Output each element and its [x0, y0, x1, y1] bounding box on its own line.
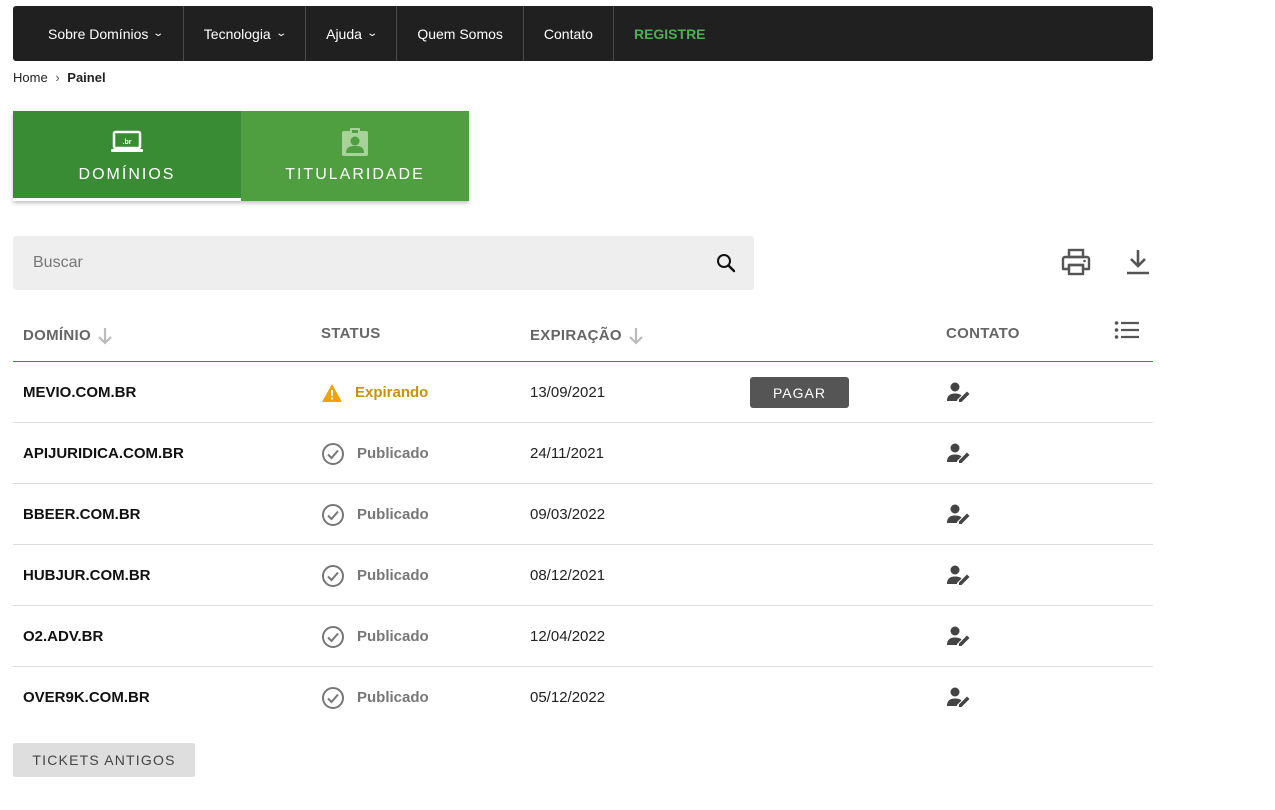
column-header-label: CONTATO — [946, 325, 1020, 342]
nav-item-sobre-dominios[interactable]: Sobre Domínios ⌄ — [13, 6, 184, 61]
status-cell: Publicado — [321, 423, 429, 484]
top-nav: Sobre Domínios ⌄ Tecnologia ⌄ Ajuda ⌄ Qu… — [13, 6, 1153, 61]
column-header-status: STATUS — [321, 308, 381, 359]
search-icon[interactable] — [698, 236, 754, 290]
status-cell: Publicado — [321, 606, 429, 667]
warning-icon — [321, 383, 343, 403]
status-cell: Publicado — [321, 484, 429, 545]
column-header-expiration[interactable]: EXPIRAÇÃO — [530, 310, 644, 361]
search-bar — [13, 236, 754, 290]
column-header-contact: CONTATO — [946, 308, 1020, 359]
expiration-date: 05/12/2022 — [530, 689, 606, 706]
status-label: Publicado — [357, 567, 429, 584]
nav-item-label: Quem Somos — [417, 25, 503, 42]
expiration-date: 12/04/2022 — [530, 628, 606, 645]
edit-contact-icon[interactable] — [946, 606, 972, 667]
column-header-label: DOMÍNIO — [23, 327, 91, 344]
tab-titularidade[interactable]: TITULARIDADE — [241, 111, 469, 201]
status-label: Expirando — [355, 384, 429, 401]
domain-name[interactable]: OVER9K.COM.BR — [23, 667, 150, 728]
svg-text:.br: .br — [123, 139, 132, 146]
edit-contact-icon[interactable] — [946, 484, 972, 545]
table-row: APIJURIDICA.COM.BR Publicado 24/11/2021 — [13, 423, 1153, 484]
status-cell: Expirando — [321, 362, 428, 423]
nav-item-registre[interactable]: REGISTRE — [614, 6, 726, 61]
expiration-date: 13/09/2021 — [530, 384, 606, 401]
check-circle-icon — [321, 625, 345, 649]
expiration-date: 24/11/2021 — [530, 445, 604, 462]
panel-tabs: .br DOMÍNIOS TITULARIDADE — [13, 111, 469, 201]
breadcrumb-current: Painel — [67, 70, 106, 85]
nav-item-label: Tecnologia — [203, 25, 271, 42]
nav-item-ajuda[interactable]: Ajuda ⌄ — [306, 6, 398, 61]
action-cell: PAGAR — [750, 362, 849, 423]
edit-contact-icon[interactable] — [946, 667, 972, 728]
domain-name[interactable]: APIJURIDICA.COM.BR — [23, 423, 184, 484]
check-circle-icon — [321, 503, 345, 527]
download-icon[interactable] — [1122, 246, 1154, 278]
edit-contact-icon[interactable] — [946, 423, 972, 484]
chevron-down-icon: ⌄ — [366, 28, 378, 39]
sort-arrow-down-icon[interactable] — [97, 327, 113, 345]
table-row: BBEER.COM.BR Publicado 09/03/2022 — [13, 484, 1153, 545]
chevron-down-icon: ⌄ — [152, 28, 165, 39]
status-label: Publicado — [357, 689, 429, 706]
table-header: DOMÍNIO STATUS EXPIRAÇÃO CONTATO — [13, 310, 1153, 362]
check-circle-icon — [321, 564, 345, 588]
domain-name[interactable]: O2.ADV.BR — [23, 606, 103, 667]
column-list-icon[interactable] — [1113, 316, 1141, 344]
table-row: OVER9K.COM.BR Publicado 05/12/2022 — [13, 667, 1153, 728]
check-circle-icon — [321, 442, 345, 466]
tab-label: TITULARIDADE — [285, 166, 425, 183]
nav-item-label: REGISTRE — [633, 25, 706, 42]
nav-item-tecnologia[interactable]: Tecnologia ⌄ — [184, 6, 307, 61]
table-row: O2.ADV.BR Publicado 12/04/2022 — [13, 606, 1153, 667]
edit-contact-icon[interactable] — [946, 545, 972, 606]
nav-item-label: Ajuda — [326, 25, 362, 42]
tab-label: DOMÍNIOS — [78, 166, 176, 183]
column-header-domain[interactable]: DOMÍNIO — [23, 310, 113, 361]
table-row: MEVIO.COM.BR Expirando 13/09/2021 PAGAR — [13, 362, 1153, 423]
nav-item-quem-somos[interactable]: Quem Somos — [397, 6, 524, 61]
chevron-down-icon: ⌄ — [275, 28, 287, 39]
check-circle-icon — [321, 686, 345, 710]
nav-item-label: Contato — [543, 25, 593, 42]
expiration-date: 09/03/2022 — [530, 506, 606, 523]
nav-item-contato[interactable]: Contato — [524, 6, 614, 61]
status-cell: Publicado — [321, 667, 429, 728]
column-header-label: EXPIRAÇÃO — [530, 327, 622, 344]
status-cell: Publicado — [321, 545, 429, 606]
nav-item-label: Sobre Domínios — [48, 25, 149, 42]
status-label: Publicado — [357, 445, 429, 462]
domain-name[interactable]: BBEER.COM.BR — [23, 484, 141, 545]
breadcrumb-home[interactable]: Home — [13, 70, 48, 85]
edit-contact-icon[interactable] — [946, 362, 972, 423]
status-label: Publicado — [357, 628, 429, 645]
sort-arrow-down-icon[interactable] — [628, 327, 644, 345]
status-label: Publicado — [357, 506, 429, 523]
domains-table: DOMÍNIO STATUS EXPIRAÇÃO CONTATO MEVIO.C… — [13, 310, 1153, 728]
tab-dominios[interactable]: .br DOMÍNIOS — [13, 111, 241, 201]
laptop-br-icon: .br — [110, 128, 144, 156]
pay-button[interactable]: PAGAR — [750, 377, 849, 408]
table-row: HUBJUR.COM.BR Publicado 08/12/2021 — [13, 545, 1153, 606]
column-header-label: STATUS — [321, 325, 381, 342]
old-tickets-button[interactable]: TICKETS ANTIGOS — [13, 743, 195, 777]
search-input[interactable] — [13, 254, 698, 272]
breadcrumb: Home › Painel — [13, 70, 106, 85]
expiration-date: 08/12/2021 — [530, 567, 606, 584]
contact-badge-icon — [341, 128, 369, 156]
breadcrumb-separator: › — [55, 70, 60, 85]
domain-name[interactable]: HUBJUR.COM.BR — [23, 545, 151, 606]
print-icon[interactable] — [1060, 246, 1092, 278]
domain-name[interactable]: MEVIO.COM.BR — [23, 362, 136, 423]
